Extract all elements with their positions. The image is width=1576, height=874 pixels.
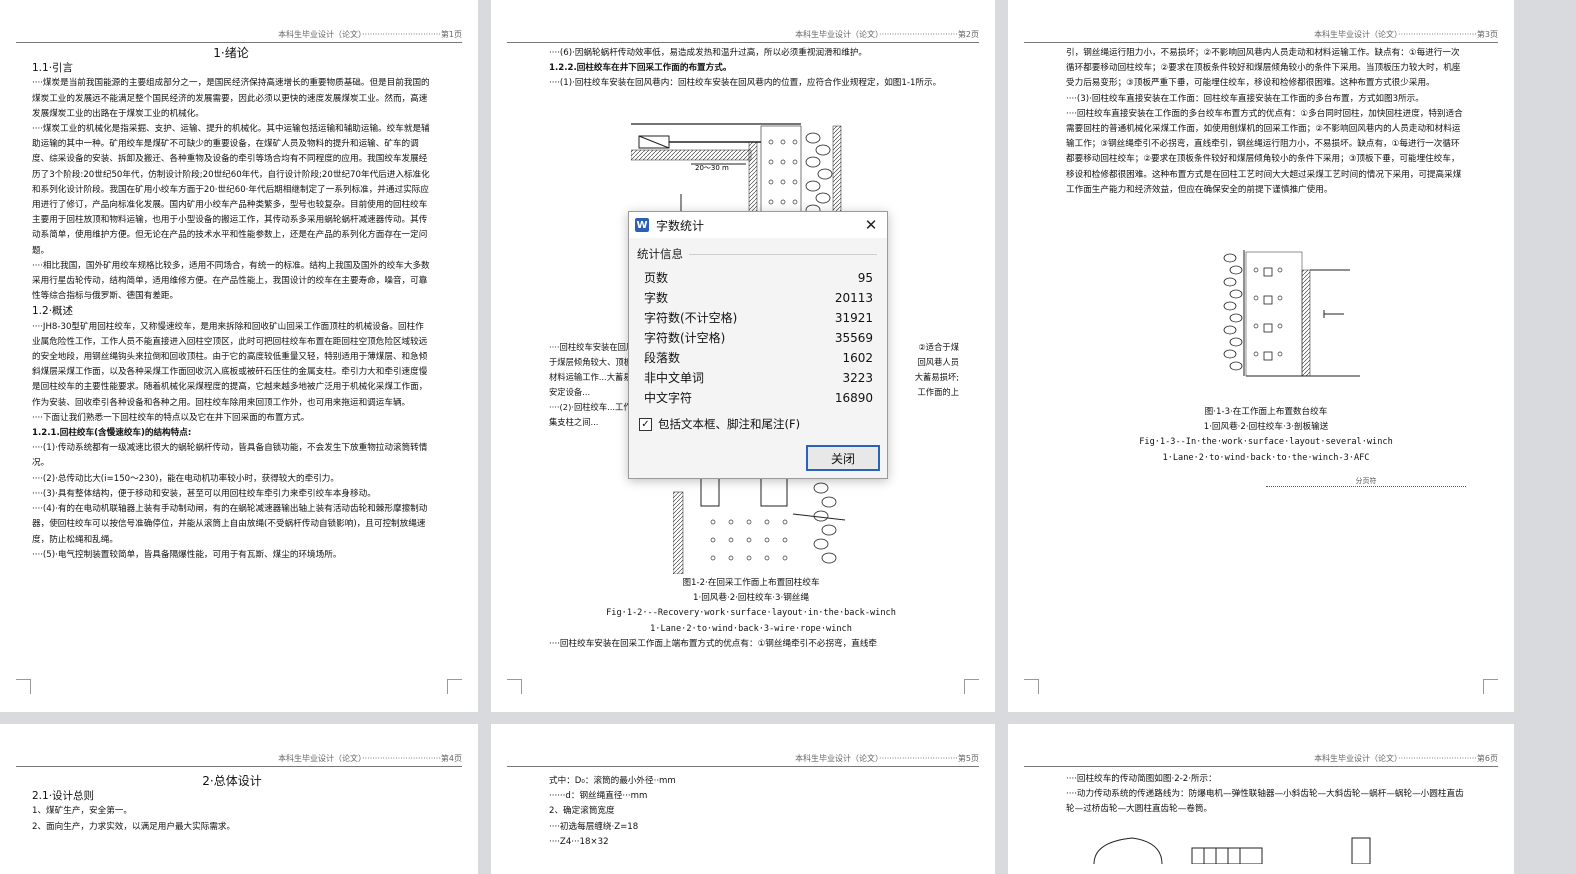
paragraph: ····JH8-30型矿用回柱绞车，又称慢速绞车，是用来拆除和回收矿山回采工作面… bbox=[32, 321, 428, 408]
paragraph: ····(3)·回柱绞车直接安装在工作面：回柱绞车直接安装在工作面的多台布置，方… bbox=[1066, 93, 1424, 104]
figure-caption: Fig·1-2·--Recovery·work·surface·layout·i… bbox=[606, 608, 896, 619]
chapter-title: 1·绪论 bbox=[213, 46, 249, 60]
stat-row-non-chinese-words: 非中文单词 3223 bbox=[644, 371, 873, 385]
document-page-3: 本科生毕业设计（论文）·····························… bbox=[1008, 0, 1514, 712]
subsection-heading: 1.2.1.回柱绞车(含慢速绞车)的结构特点: bbox=[32, 428, 192, 439]
paragraph: ····回柱绞车直接安装在工作面的多台绞车布置方式的优点有：①多台同时回柱，加快… bbox=[1066, 108, 1463, 195]
page-header: 本科生毕业设计（论文）·····························… bbox=[16, 28, 462, 43]
figure-caption: 1·回风巷·2·回柱绞车·3·剖板输送 bbox=[1203, 422, 1329, 433]
stat-row-chars-no-spaces: 字符数(不计空格) 31921 bbox=[644, 311, 873, 325]
document-page-1: 本科生毕业设计（论文）·····························… bbox=[0, 0, 478, 712]
dialog-titlebar[interactable]: W 字数统计 ✕ bbox=[629, 212, 887, 238]
page-header: 本科生毕业设计（论文）·····························… bbox=[1024, 752, 1498, 767]
figure-caption: 图1-2·在回采工作面上布置回柱绞车 bbox=[682, 578, 820, 588]
several-winch-figure bbox=[1223, 250, 1360, 377]
page-body[interactable]: 2·总体设计 2.1·设计总则 1、煤矿生产，安全第一。 2、面向生产，力求实效… bbox=[32, 774, 432, 835]
paragraph: ····(4)·有的在电动机联轴器上装有手动制动闸，有的在蜗轮减速器输出轴上装有… bbox=[32, 504, 428, 545]
page-body-bottom[interactable]: 图1-2·在回采工作面上布置回柱绞车 1·回风巷·2·回柱绞车·3·钢丝绳 Fi… bbox=[549, 576, 953, 652]
paragraph: ····回柱绞车的传动简图如图·2-2·所示： bbox=[1066, 774, 1217, 784]
page-body[interactable]: 式中：D₀：滚筒的最小外径··mm ······d：钢丝绳直径···mm 2、确… bbox=[549, 774, 949, 850]
paragraph: ······d：钢丝绳直径···mm bbox=[549, 791, 648, 802]
paragraph: ····(1)·回柱绞车安装在回风巷内：回柱绞车安装在回风巷内的位置，应符合作业… bbox=[549, 78, 942, 89]
page-body-mid-right: ②适合于煤 回风巷人员 大蓄易损坏; 工作面的上 bbox=[914, 342, 959, 397]
figure-caption: 1·Lane·2·to·wind·back·3-wire·rope·winch bbox=[650, 623, 852, 634]
page-header: 本科生毕业设计（论文）·····························… bbox=[1024, 28, 1498, 43]
paragraph: ····煤炭是当前我国能源的主要组成部分之一，是国民经济保持高速增长的重要物质基… bbox=[32, 78, 430, 119]
document-page-4: 本科生毕业设计（论文）·····························… bbox=[0, 724, 478, 874]
page-header: 本科生毕业设计（论文）·····························… bbox=[507, 752, 979, 767]
page-body[interactable]: ····回柱绞车的传动简图如图·2-2·所示： ····动力传动系统的传递路线为… bbox=[1066, 772, 1466, 818]
page-body[interactable]: ····(6)·因蜗轮蜗杆传动效率低，易造成发热和温升过高，所以必须重视润滑和维… bbox=[549, 46, 953, 92]
wps-writer-icon: W bbox=[635, 218, 649, 232]
page-header: 本科生毕业设计（论文）·····························… bbox=[507, 28, 979, 43]
crop-mark bbox=[1483, 679, 1498, 694]
section-heading: 1.2·概述 bbox=[32, 305, 74, 318]
document-page-6: 本科生毕业设计（论文）·····························… bbox=[1008, 724, 1514, 874]
crop-mark bbox=[447, 679, 462, 694]
document-page-5: 本科生毕业设计（论文）·····························… bbox=[491, 724, 995, 874]
paragraph: ····回柱绞车安装在回采工作面上端布置方式的优点有：①钢丝绳牵引不必拐弯，直线… bbox=[549, 638, 878, 649]
paragraph: 2、确定滚筒宽度 bbox=[549, 806, 615, 817]
stat-row-chinese-chars: 中文字符 16890 bbox=[644, 391, 873, 405]
stat-row-chars-with-spaces: 字符数(计空格) 35569 bbox=[644, 331, 873, 345]
paragraph: ····煤炭工业的机械化是指采掘、支护、运输、提升的机械化。其中运输包括运输和辅… bbox=[32, 124, 430, 256]
word-count-dialog[interactable]: W 字数统计 ✕ 统计信息 页数 95 字数 20113 字符数(不计空格) 3192… bbox=[628, 211, 888, 479]
chapter-title: 2·总体设计 bbox=[202, 774, 262, 788]
crop-mark bbox=[507, 679, 522, 694]
paragraph: ····下面让我们熟悉一下回柱绞车的特点以及它在井下回采面的布置方式。 bbox=[32, 412, 310, 423]
section-break-marker: 分页符 bbox=[1266, 476, 1466, 487]
stat-row-words: 字数 20113 bbox=[644, 291, 873, 305]
subsection-heading: 1.2.2.回柱绞车在井下回采工作面的布置方式。 bbox=[549, 63, 732, 74]
crop-mark bbox=[964, 679, 979, 694]
paragraph: ····相比我国，国外矿用绞车规格比较多，适用不同场合，有统一的标准。结构上我国… bbox=[32, 260, 430, 302]
include-textboxes-checkbox[interactable]: ✓ 包括文本框、脚注和尾注(F) bbox=[639, 416, 887, 432]
paragraph: ····(5)·电气控制装置较简单，皆具备隔爆性能，可用于有瓦斯、煤尘的环境场所… bbox=[32, 549, 342, 560]
paragraph: 1、煤矿生产，安全第一。 bbox=[32, 806, 132, 817]
page-header: 本科生毕业设计（论文）·····························… bbox=[16, 752, 462, 767]
paragraph: 2、面向生产，力求实效，以满足用户最大实际需求。 bbox=[32, 821, 236, 832]
recovery-layout-figure bbox=[673, 478, 846, 574]
figure-caption: 1·Lane·2·to·wind·back·to·the·winch-3·AFC bbox=[1162, 452, 1370, 463]
svg-text:20～30 m: 20～30 m bbox=[695, 164, 729, 172]
stats-list: 页数 95 字数 20113 字符数(不计空格) 31921 字符数(计空格) 3556… bbox=[644, 268, 873, 408]
crop-mark bbox=[16, 679, 31, 694]
close-button[interactable]: 关闭 bbox=[806, 445, 880, 471]
paragraph: 引，钢丝绳运行阻力小，不易损坏；②不影响回风巷内人员走动和材料运输工作。缺点有：… bbox=[1066, 48, 1461, 89]
page-body[interactable]: 1·绪论 1.1·引言 ····煤炭是当前我国能源的主要组成部分之一，是国民经济… bbox=[32, 46, 430, 563]
page-body[interactable]: 引，钢丝绳运行阻力小，不易损坏；②不影响回风巷内人员走动和材料运输工作。缺点有：… bbox=[1066, 46, 1466, 198]
dialog-title: 字数统计 bbox=[656, 218, 705, 233]
page-body-bottom[interactable]: 图·1-3·在工作面上布置数台绞车 1·回风巷·2·回柱绞车·3·剖板输送 Fi… bbox=[1066, 405, 1466, 466]
section-heading: 2.1·设计总则 bbox=[32, 790, 95, 803]
checkbox-check-icon[interactable]: ✓ bbox=[639, 417, 652, 431]
figure-caption: Fig·1-3--In·the·work·surface·layout·seve… bbox=[1139, 437, 1393, 448]
crop-mark bbox=[1024, 679, 1039, 694]
paragraph: ····(3)·具有整体结构，便于移动和安装，甚至可以用回柱绞车牵引力来牵引绞车… bbox=[32, 488, 376, 499]
stat-row-pages: 页数 95 bbox=[644, 271, 873, 285]
paragraph: ····(1)·传动系统都有一级减速比很大的蜗轮蜗杆传动，皆具备自锁功能，不会发… bbox=[32, 443, 428, 469]
section-heading: 1.1·引言 bbox=[32, 62, 74, 75]
stat-row-paragraphs: 段落数 1602 bbox=[644, 351, 873, 365]
paragraph: ····动力传动系统的传递路线为：防爆电机—弹性联轴器—小斜齿轮—大斜齿轮—蜗杆… bbox=[1066, 789, 1464, 815]
paragraph: ····初选每层缠绕·Z=18 bbox=[549, 821, 639, 832]
transmission-diagram bbox=[1093, 837, 1371, 864]
paragraph: 式中：D₀：滚筒的最小外径··mm bbox=[549, 776, 676, 786]
figure-caption: 1·回风巷·2·回柱绞车·3·钢丝绳 bbox=[693, 593, 809, 604]
stats-group-label: 统计信息 bbox=[637, 246, 887, 262]
paragraph: ····(2)·总传动比大(i=150～230)，能在电动机功率较小时，获得较大… bbox=[32, 473, 339, 484]
paragraph: ····(6)·因蜗轮蜗杆传动效率低，易造成发热和温升过高，所以必须重视润滑和维… bbox=[549, 48, 868, 58]
paragraph: ····Z4···18×32 bbox=[549, 836, 609, 847]
figure-caption: 图·1-3·在工作面上布置数台绞车 bbox=[1204, 407, 1328, 417]
close-icon[interactable]: ✕ bbox=[861, 215, 881, 235]
